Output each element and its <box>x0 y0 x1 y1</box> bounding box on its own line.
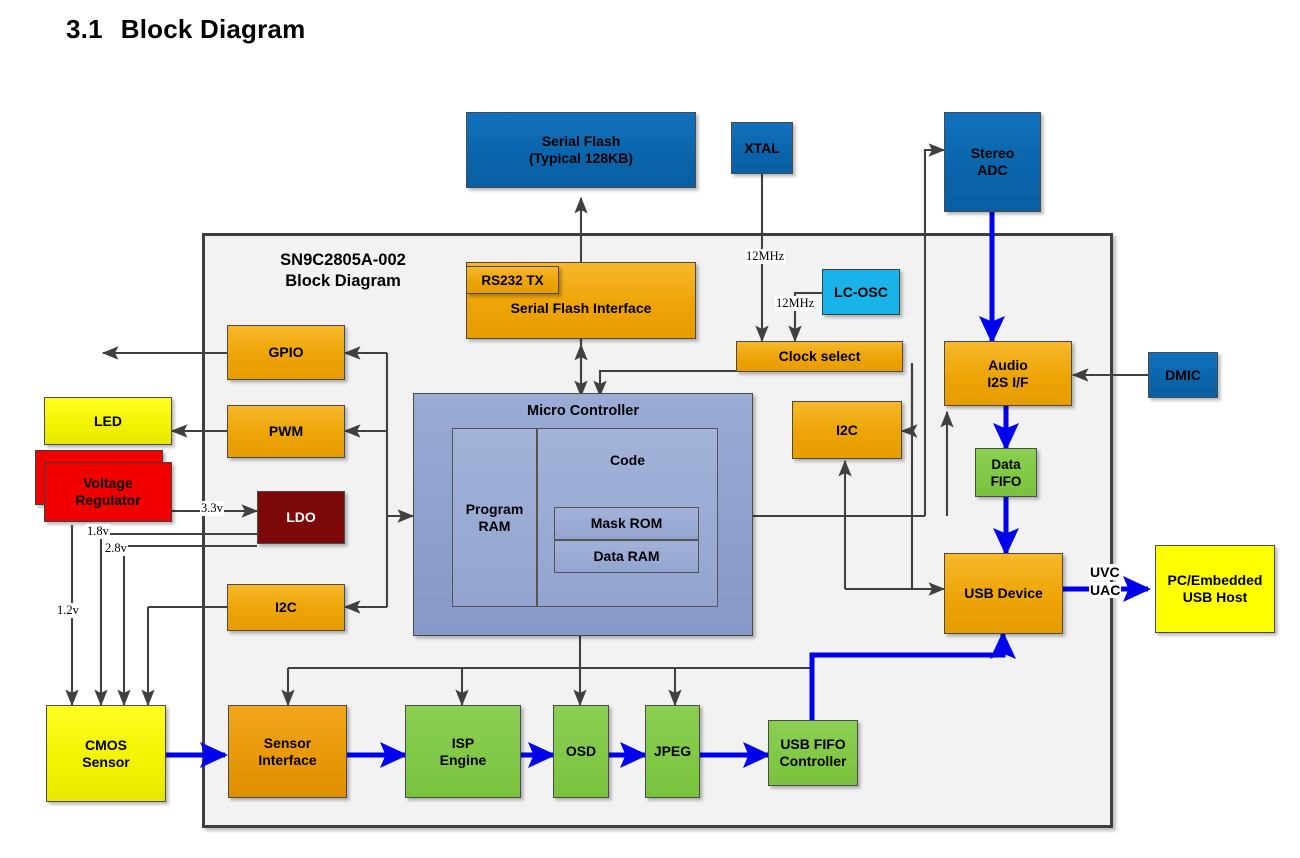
data-ram-block[interactable]: Data RAM <box>554 540 699 573</box>
pc-usb-host-block[interactable]: PC/Embedded USB Host <box>1155 545 1275 633</box>
serial-flash-interface-label: Serial Flash Interface <box>510 300 652 316</box>
data-ram-label: Data RAM <box>593 548 660 564</box>
lc-osc-block[interactable]: LC-OSC <box>822 269 900 315</box>
stereo-adc-line2: ADC <box>977 162 1008 178</box>
osd-label: OSD <box>565 743 597 759</box>
cmos-sensor-line2: Sensor <box>82 753 130 770</box>
clock-select-label: Clock select <box>778 348 861 364</box>
chip-title-line2: Block Diagram <box>285 272 401 290</box>
voltage-2v8-label: 2.8v <box>104 541 128 556</box>
cmos-sensor-line1: CMOS <box>85 736 127 753</box>
data-fifo-line1: Data <box>991 456 1021 472</box>
lcosc-freq-label: 12MHz <box>775 296 816 311</box>
dmic-block[interactable]: DMIC <box>1148 352 1218 398</box>
pwm-block[interactable]: PWM <box>227 405 345 458</box>
serial-flash-line2: (Typical 128KB) <box>529 150 633 166</box>
isp-engine-line1: ISP <box>451 734 475 751</box>
micro-controller-label: Micro Controller <box>527 403 639 419</box>
sensor-interface-block[interactable]: Sensor Interface <box>228 705 347 798</box>
lc-osc-label: LC-OSC <box>834 283 888 300</box>
audio-i2s-line2: I2S I/F <box>987 373 1029 390</box>
xtal-label: XTAL <box>744 139 780 156</box>
osd-block[interactable]: OSD <box>553 705 609 798</box>
usb-fifo-line2: Controller <box>779 753 847 769</box>
gpio-block[interactable]: GPIO <box>227 325 345 380</box>
voltage-regulator-block[interactable]: Voltage Regulator <box>44 462 172 522</box>
gpio-label: GPIO <box>268 344 304 360</box>
i2c-right-label: I2C <box>836 421 858 438</box>
mask-rom-block[interactable]: Mask ROM <box>554 507 699 540</box>
usb-fifo-controller-block[interactable]: USB FIFO Controller <box>768 720 858 786</box>
uvc-label: UVC <box>1089 564 1121 580</box>
voltage-regulator-line1: Voltage <box>83 475 133 491</box>
isp-engine-block[interactable]: ISP Engine <box>405 705 521 798</box>
uac-label: UAC <box>1089 582 1122 598</box>
usb-device-label: USB Device <box>964 585 1043 601</box>
section-number: 3.1 <box>66 14 103 44</box>
chip-title-line1: SN9C2805A-002 <box>280 251 406 269</box>
xtal-block[interactable]: XTAL <box>731 122 793 174</box>
chip-title: SN9C2805A-002 Block Diagram <box>228 250 458 292</box>
i2c-right-block[interactable]: I2C <box>792 401 902 459</box>
block-diagram-page: 3.1 Block Diagram SN9C2805A-002 Block Dia… <box>0 0 1300 858</box>
pwm-label: PWM <box>268 423 304 439</box>
audio-i2s-line1: Audio <box>988 356 1028 373</box>
ldo-block[interactable]: LDO <box>257 491 345 544</box>
pc-usb-host-line2: USB Host <box>1182 589 1248 605</box>
cmos-sensor-block[interactable]: CMOS Sensor <box>46 705 166 802</box>
dmic-label: DMIC <box>1165 366 1201 383</box>
audio-i2s-if-block[interactable]: Audio I2S I/F <box>944 341 1072 406</box>
voltage-regulator-line2: Regulator <box>75 492 141 508</box>
page-title: 3.1 Block Diagram <box>66 14 305 45</box>
section-title: Block Diagram <box>120 14 306 44</box>
i2c-left-block[interactable]: I2C <box>227 584 345 631</box>
program-ram-line2: RAM <box>478 517 511 534</box>
mask-rom-label: Mask ROM <box>590 515 663 531</box>
stereo-adc-line1: Stereo <box>970 145 1015 161</box>
led-block[interactable]: LED <box>44 397 172 445</box>
voltage-1v8-label: 1.8v <box>86 524 110 539</box>
serial-flash-block[interactable]: Serial Flash (Typical 128KB) <box>466 112 696 188</box>
data-fifo-line2: FIFO <box>990 473 1022 489</box>
code-label: Code <box>610 452 645 468</box>
stereo-adc-block[interactable]: Stereo ADC <box>944 112 1041 212</box>
rs232-tx-block[interactable]: RS232 TX <box>466 266 559 294</box>
program-ram-line1: Program <box>465 500 524 517</box>
clock-select-block[interactable]: Clock select <box>736 341 903 372</box>
usb-fifo-line1: USB FIFO <box>780 736 846 752</box>
isp-engine-line2: Engine <box>439 751 487 768</box>
pc-usb-host-line1: PC/Embedded <box>1167 572 1263 588</box>
jpeg-label: JPEG <box>653 743 692 759</box>
voltage-1v2-label: 1.2v <box>56 603 80 618</box>
jpeg-block[interactable]: JPEG <box>645 705 700 798</box>
rs232-tx-label: RS232 TX <box>481 272 544 288</box>
sensor-interface-line1: Sensor <box>263 734 312 751</box>
led-label: LED <box>94 412 122 429</box>
program-ram-block[interactable]: Program RAM <box>452 428 537 607</box>
i2c-left-label: I2C <box>275 599 297 615</box>
serial-flash-line1: Serial Flash <box>541 133 621 149</box>
xtal-freq-label: 12MHz <box>745 249 786 264</box>
sensor-interface-line2: Interface <box>258 751 317 768</box>
ldo-label: LDO <box>286 509 316 525</box>
data-fifo-block[interactable]: Data FIFO <box>975 448 1037 497</box>
voltage-3v3-label: 3.3v <box>200 501 224 516</box>
usb-device-block[interactable]: USB Device <box>944 553 1063 634</box>
